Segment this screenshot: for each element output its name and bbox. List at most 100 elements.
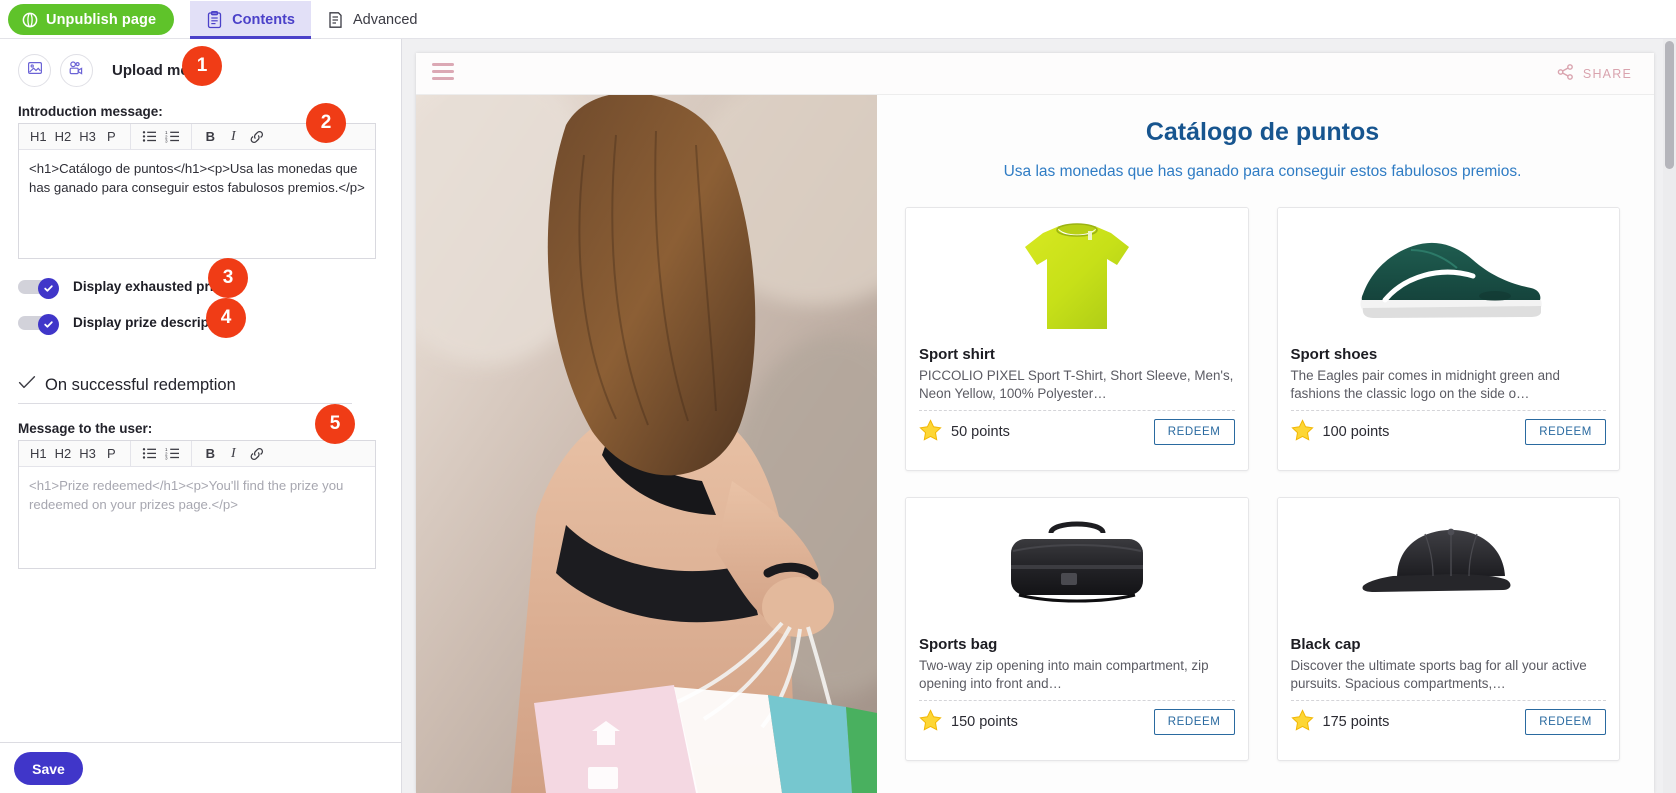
prize-name: Black cap [1290, 636, 1361, 653]
toolbar-divider [129, 440, 131, 467]
tab-contents-label: Contents [232, 12, 295, 28]
top-toolbar: Unpublish page Contents Advanced [0, 0, 1676, 39]
h2-button[interactable]: H2 [52, 126, 75, 148]
upload-video-button[interactable] [60, 54, 93, 87]
section-title: On successful redemption [45, 375, 236, 394]
points-value: 50 points [951, 424, 1010, 440]
points-row: 150 points [919, 709, 1018, 735]
h3-button[interactable]: H3 [76, 126, 99, 148]
image-icon [27, 60, 43, 81]
video-camera-icon [68, 60, 85, 81]
bold-button[interactable]: B [200, 443, 221, 465]
star-icon [1290, 709, 1314, 735]
italic-button[interactable]: I [223, 126, 244, 148]
yellow-tshirt-image [1024, 223, 1129, 329]
link-icon[interactable] [246, 443, 268, 465]
card-footer: 100 points REDEEM [1278, 411, 1620, 445]
hero-image [416, 95, 877, 793]
hamburger-menu-icon[interactable] [432, 63, 454, 84]
redeem-button[interactable]: REDEEM [1153, 709, 1235, 735]
preview-scrollbar-thumb[interactable] [1665, 41, 1674, 169]
unpublish-page-button[interactable]: Unpublish page [8, 4, 175, 35]
prize-card[interactable]: Sport shirt PICCOLIO PIXEL Sport T-Shirt… [905, 207, 1249, 471]
prize-image [906, 208, 1248, 344]
prize-card[interactable]: Sport shoes The Eagles pair comes in mid… [1276, 207, 1620, 471]
star-icon [919, 419, 942, 445]
redeem-button[interactable]: REDEEM [1153, 419, 1235, 445]
on-successful-redemption-header: On successful redemption [18, 375, 401, 395]
h1-button[interactable]: H1 [27, 443, 50, 465]
display-prize-description-toggle[interactable] [18, 314, 59, 335]
document-icon [327, 11, 344, 29]
h3-button[interactable]: H3 [76, 443, 99, 465]
toggle-knob [38, 314, 59, 335]
points-row: 175 points [1290, 709, 1390, 735]
points-value: 175 points [1322, 714, 1390, 730]
step-badge-3: 3 [208, 258, 248, 298]
paragraph-button[interactable]: P [101, 126, 122, 148]
prize-card[interactable]: Black cap Discover the ultimate sports b… [1276, 497, 1620, 761]
tab-contents[interactable]: Contents [190, 1, 311, 39]
toggle-knob [38, 278, 59, 299]
save-button[interactable]: Save [14, 752, 83, 785]
card-footer: 175 points REDEEM [1278, 701, 1620, 735]
card-footer: 50 points REDEEM [906, 411, 1248, 445]
page-preview-area: SHARE Catálogo de puntos Usa las monedas… [402, 39, 1676, 793]
unpublish-page-label: Unpublish page [46, 11, 157, 28]
prize-image [1277, 498, 1619, 634]
prize-description: Two-way zip opening into main compartmen… [919, 658, 1209, 691]
tab-advanced[interactable]: Advanced [311, 1, 434, 39]
italic-button[interactable]: I [223, 443, 244, 465]
preview-header: SHARE [416, 53, 1654, 95]
numbered-list-icon[interactable]: 123 [162, 126, 183, 148]
points-value: 100 points [1322, 424, 1390, 440]
message-to-user-input[interactable]: <h1>Prize redeemed</h1><p>You'll find th… [19, 467, 375, 568]
prize-name: Sport shirt [919, 346, 995, 363]
black-duffel-bag-image [1010, 521, 1143, 603]
prize-card[interactable]: Sports bag Two-way zip opening into main… [905, 497, 1249, 761]
points-value: 150 points [951, 714, 1018, 730]
clipboard-icon [206, 11, 223, 29]
share-label: SHARE [1582, 66, 1632, 81]
points-row: 50 points [919, 419, 1010, 445]
message-to-user-editor[interactable]: H1 H2 H3 P 123 B I <h1>Prize redeemed</h… [18, 440, 376, 569]
step-badge-4: 4 [206, 298, 246, 338]
section-divider [18, 403, 352, 404]
bullet-list-icon[interactable] [139, 443, 160, 465]
tab-advanced-label: Advanced [353, 12, 418, 28]
h2-button[interactable]: H2 [52, 443, 75, 465]
redeem-button[interactable]: REDEEM [1525, 709, 1606, 735]
share-nodes-icon [1557, 64, 1574, 83]
bullet-list-icon[interactable] [139, 126, 160, 148]
preview-scrollbar-track[interactable] [1663, 39, 1676, 793]
h1-button[interactable]: H1 [27, 126, 50, 148]
paragraph-button[interactable]: P [101, 443, 122, 465]
step-badge-2: 2 [306, 103, 346, 143]
message-editor-toolbar: H1 H2 H3 P 123 B I [19, 440, 375, 467]
preview-device-frame: SHARE Catálogo de puntos Usa las monedas… [416, 53, 1654, 793]
prize-image [906, 498, 1248, 634]
upload-image-button[interactable] [18, 54, 51, 87]
prize-name: Sports bag [919, 636, 998, 653]
catalog-title: Catálogo de puntos [1145, 118, 1380, 146]
redeem-button[interactable]: REDEEM [1525, 419, 1606, 445]
share-button[interactable]: SHARE [1557, 64, 1632, 83]
check-icon [18, 375, 36, 395]
star-icon [919, 709, 942, 735]
bold-button[interactable]: B [200, 126, 221, 148]
save-bar: Save [0, 744, 401, 793]
toolbar-divider-2 [190, 440, 192, 467]
prize-description: The Eagles pair comes in midnight green … [1290, 368, 1560, 401]
points-row: 100 points [1290, 419, 1390, 445]
card-footer: 150 points REDEEM [906, 701, 1248, 735]
link-icon[interactable] [246, 126, 268, 148]
display-exhausted-prizes-toggle[interactable] [18, 278, 59, 299]
green-sneaker-image [1360, 242, 1542, 318]
introduction-message-input[interactable]: <h1>Catálogo de puntos</h1><p>Usa las mo… [19, 150, 375, 258]
numbered-list-icon[interactable]: 123 [162, 443, 183, 465]
prize-grid: Sport shirt PICCOLIO PIXEL Sport T-Shirt… [905, 207, 1620, 761]
woman-with-shopping-bags-photo [416, 95, 877, 793]
svg-text:3: 3 [165, 456, 168, 460]
introduction-message-editor[interactable]: H1 H2 H3 P 123 B I <h1>Catálogo de punto… [18, 123, 376, 259]
black-cap-image [1362, 528, 1511, 592]
